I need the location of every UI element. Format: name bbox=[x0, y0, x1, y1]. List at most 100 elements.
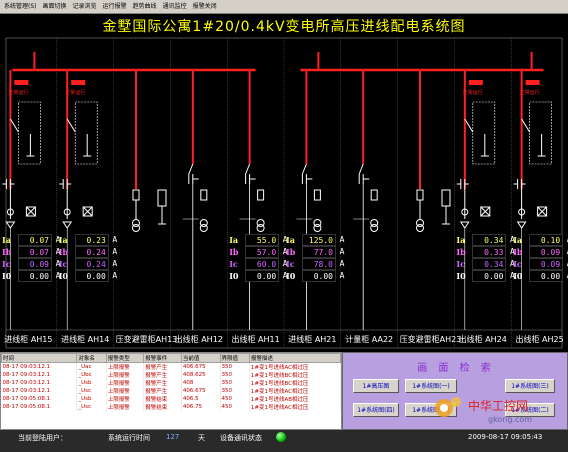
meter-row: Ic0.09A bbox=[513, 258, 568, 270]
alarm-cell: 上限报警 bbox=[106, 403, 145, 411]
alarm-cell: 报警产生 bbox=[143, 371, 182, 379]
cabinet-label: 压变避雷柜AH23 bbox=[399, 335, 462, 344]
alarm-table-header: 时间 对象名 报警类型 报警事件 当前值 界限值 报警描述 bbox=[1, 353, 341, 363]
alarm-row[interactable]: 08-17 09:03:12.1 _Uac 上限报警 报警产生 406.675 350 1#… bbox=[1, 362, 341, 371]
meter-label: Ic bbox=[229, 259, 238, 269]
alarm-col-header[interactable]: 界限值 bbox=[219, 353, 250, 363]
menu-screen-switch[interactable]: 画面切换 bbox=[43, 0, 67, 13]
status-label: 正常运行 bbox=[65, 89, 85, 96]
menu-system[interactable]: 系统管理(S) bbox=[4, 0, 37, 13]
meter-unit: A bbox=[339, 259, 345, 268]
single-line-diagram-panel: 正常运行 正常运行 正常运行 正常运行 金墅国际公寓1#20/0.4kV变电所高压进线… bbox=[0, 14, 568, 352]
watermark-url: gkong.com bbox=[488, 415, 532, 424]
meter-row: Ia 0.10A bbox=[513, 234, 568, 246]
alarm-row[interactable]: 08-17 09:05:08.1 _Usc 上限报警 报警结束 406.75 450 1#变… bbox=[1, 403, 341, 411]
alarm-cell: 08-17 09:05:08.1 bbox=[1, 403, 78, 411]
gear-icon bbox=[435, 397, 461, 417]
alarm-col-header[interactable]: 时间 bbox=[1, 353, 78, 363]
alarm-cell: 406.675 bbox=[181, 362, 221, 371]
alarm-cell: 报警产生 bbox=[143, 379, 182, 387]
alarm-cell: 1#变1号进线BC相过压 bbox=[249, 371, 341, 379]
meter-row: Ib 0.09A bbox=[513, 246, 568, 258]
cabinet-label: 计量柜 AA22 bbox=[345, 335, 394, 344]
meter-row: Ia 55.0 A bbox=[229, 234, 291, 246]
breaker-icon bbox=[464, 118, 474, 133]
current-meter: Ia 0.07 A Ib 0.07 A Ic 0.09 A I0 0.00 A bbox=[2, 234, 64, 282]
meter-row: Ic0.09A bbox=[2, 258, 64, 270]
meter-value: 77.0 bbox=[302, 246, 336, 258]
meter-row: Ia 125.0 A bbox=[286, 234, 348, 246]
alarm-cell: 上限报警 bbox=[106, 362, 145, 371]
alarm-row[interactable]: 08-17 09:03:12.1 _Usc 上限报警 报警产生 406.675 350 1#… bbox=[1, 387, 341, 395]
comm-status-led-icon bbox=[276, 432, 286, 442]
nav-button-hv[interactable]: 1#高压图 bbox=[353, 379, 399, 393]
meter-row: Ic 0.34 A bbox=[456, 258, 518, 270]
current-meter: Ia 0.34 A Ib 0.33 A Ic 0.34 A I0 0.00 A bbox=[456, 234, 518, 282]
status-indicator bbox=[71, 80, 86, 85]
meter-label: Ia bbox=[456, 235, 466, 245]
current-meter: Ia 0.23 A Ib 0.24 A Ic 0.24 A I0 0.00 A bbox=[59, 234, 121, 282]
menu-records[interactable]: 记录浏览 bbox=[73, 0, 97, 13]
fuse-icon bbox=[370, 189, 378, 201]
meter-label: Ia bbox=[286, 235, 295, 245]
menu-alarms[interactable]: 运行报警 bbox=[103, 0, 127, 13]
menu-trend[interactable]: 趋势曲线 bbox=[133, 0, 157, 13]
meter-label: Ia bbox=[2, 235, 11, 245]
alarm-cell: 1#变1号进线AB相过压 bbox=[249, 395, 341, 403]
fuse-icon bbox=[257, 189, 265, 201]
fuse-icon bbox=[313, 189, 321, 201]
current-meter: Ia 125.0 A Ib 77.0 A Ic 78.0 A I0 0.00 A bbox=[286, 234, 348, 282]
meter-label: Ib bbox=[286, 247, 296, 257]
meter-value: 0.07 bbox=[18, 234, 52, 246]
status-bar: 当前登陆用户： 系统运行时间 127 天 设备通讯状态 2009-08-17 0… bbox=[0, 430, 568, 452]
meter-unit: A bbox=[339, 235, 345, 244]
alarm-table-body: 08-17 09:03:12.1 _Uac 上限报警 报警产生 406.675 350 1#… bbox=[1, 362, 341, 411]
alarm-cell: 1#变1号进线AC相过压 bbox=[249, 403, 341, 411]
meter-value: 0.24 bbox=[74, 246, 109, 258]
alarm-cell: 1#变1号进线BC相过压 bbox=[249, 379, 341, 387]
pt-icon bbox=[313, 224, 322, 232]
breaker-icon bbox=[358, 163, 364, 175]
alarm-col-header[interactable]: 报警类型 bbox=[105, 353, 145, 363]
alarm-cell: 上限报警 bbox=[106, 387, 145, 395]
diagram-canvas: 正常运行 正常运行 正常运行 正常运行 bbox=[2, 37, 563, 349]
meter-unit: A bbox=[563, 270, 568, 282]
alarm-cell: 406.75 bbox=[181, 403, 221, 411]
runtime-value: 127 bbox=[166, 433, 180, 441]
alarm-cell: 408.625 bbox=[181, 371, 221, 379]
alarm-cell: 上限报警 bbox=[106, 371, 145, 379]
alarm-col-header[interactable]: 当前值 bbox=[180, 353, 221, 363]
status-label: 正常运行 bbox=[463, 89, 483, 96]
meter-unit: A bbox=[339, 247, 345, 256]
current-meter: Ia0.10AIb0.09AIc0.09AI00.00A bbox=[513, 234, 568, 282]
fuse-icon bbox=[416, 189, 424, 201]
alarm-cell: 408 bbox=[181, 379, 221, 387]
meter-label: Ib bbox=[2, 247, 12, 257]
status-indicator bbox=[525, 80, 540, 85]
arrester-icon bbox=[441, 189, 451, 207]
alarm-table-panel: 时间 对象名 报警类型 报警事件 当前值 界限值 报警描述 08-17 09:03:12.1… bbox=[0, 352, 342, 430]
menu-comm[interactable]: 通讯监控 bbox=[163, 0, 187, 13]
alarm-row[interactable]: 08-17 09:03:12.1 _Ubc 上限报警 报警产生 408.625 350 1#… bbox=[1, 371, 341, 379]
alarm-col-header[interactable]: 对象名 bbox=[76, 353, 107, 363]
pt-icon bbox=[416, 224, 424, 232]
meter-label: Ic bbox=[513, 259, 522, 269]
cable-end-icon bbox=[459, 221, 470, 229]
alarm-col-header[interactable]: 报警描述 bbox=[248, 353, 341, 363]
nav-button-system-4[interactable]: 1#系统图(四) bbox=[353, 403, 399, 417]
alarm-col-header[interactable]: 报警事件 bbox=[143, 353, 182, 363]
alarm-cell: _Usc bbox=[76, 403, 107, 411]
cable-end-icon bbox=[62, 221, 73, 229]
watermark-logo: 中华工控网 gkong.com bbox=[435, 397, 532, 424]
status-indicator bbox=[468, 80, 483, 85]
alarm-cell: 报警结束 bbox=[143, 395, 182, 403]
alarm-row[interactable]: 08-17 09:03:12.1 _Usb 上限报警 报警产生 408 350 1#变1号进… bbox=[1, 379, 341, 387]
alarm-cell: 08-17 09:05:08.1 bbox=[1, 395, 78, 403]
alarm-row[interactable]: 08-17 09:05:08.1 _Usb 上限报警 报警结束 406.5 450 1#变1… bbox=[1, 395, 341, 403]
fuse-icon bbox=[132, 189, 140, 201]
menu-alarm-close[interactable]: 报警关闭 bbox=[193, 0, 217, 13]
meter-label: I0 bbox=[229, 271, 239, 281]
meter-value: 0.00 bbox=[74, 270, 109, 282]
device-box bbox=[472, 101, 496, 165]
meter-unit: A bbox=[112, 271, 118, 280]
